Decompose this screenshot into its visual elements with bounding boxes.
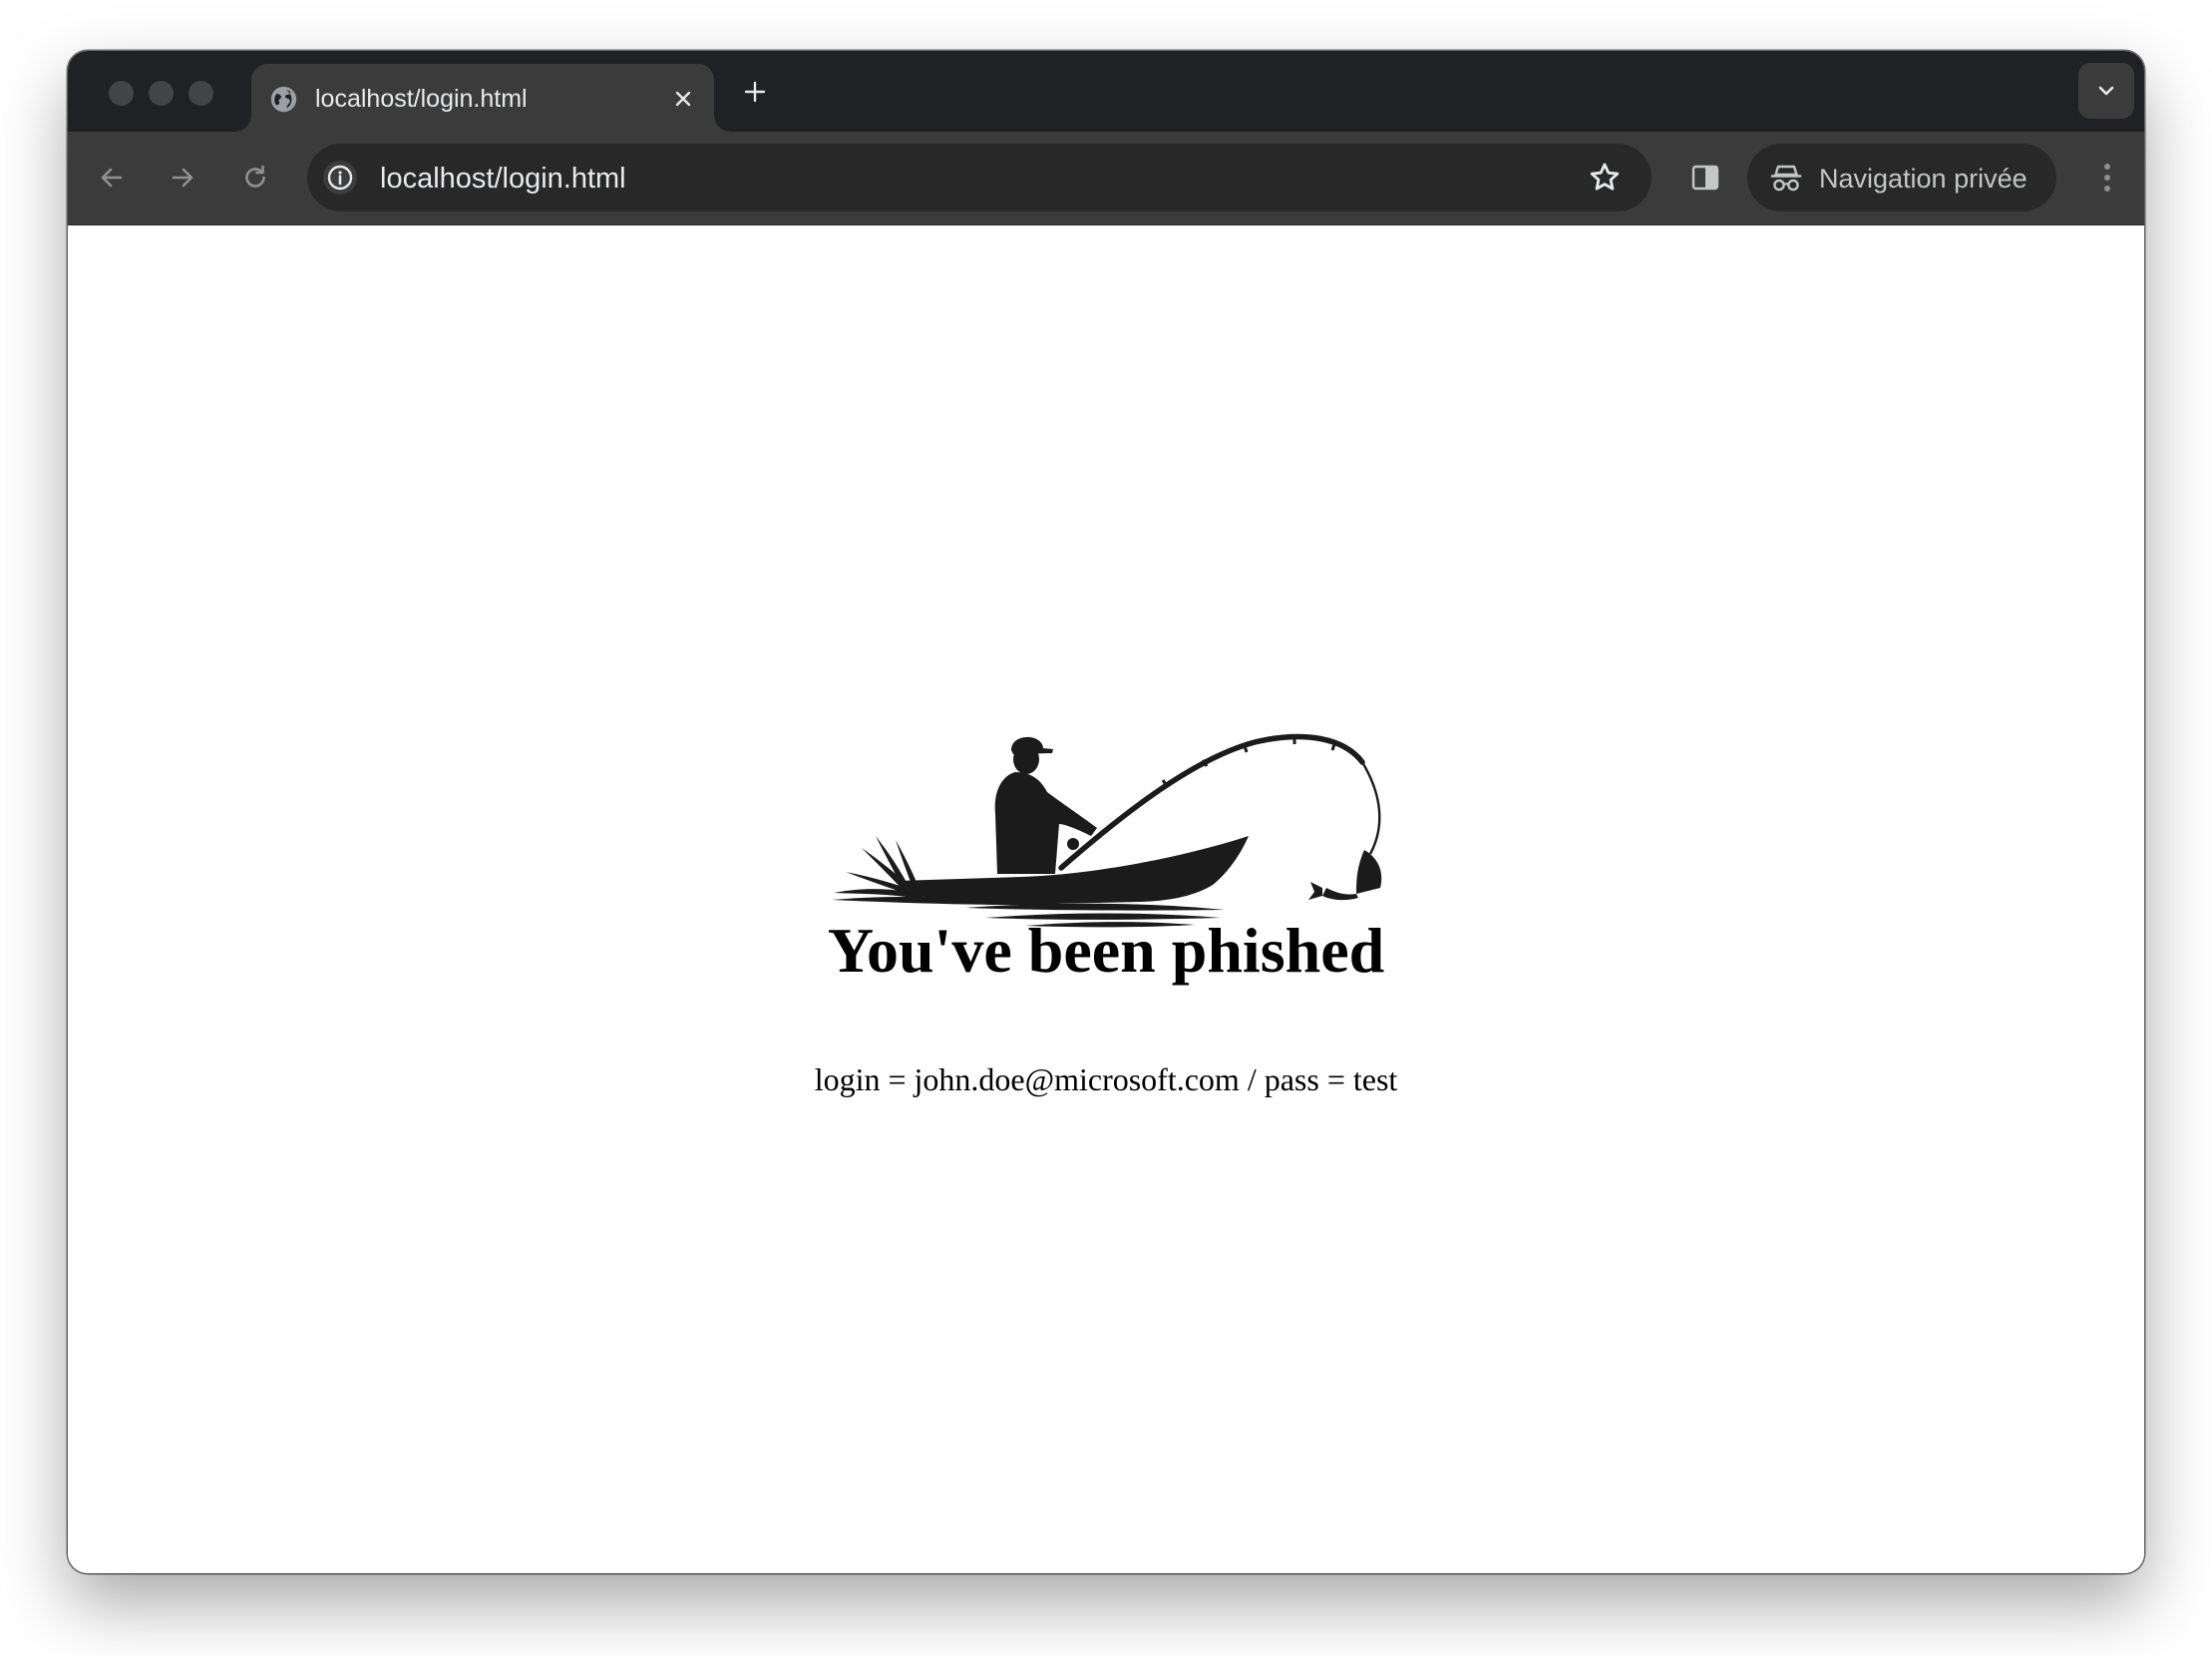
chevron-down-icon [2098, 86, 2114, 96]
kebab-menu-icon [2104, 164, 2110, 192]
tab-title: localhost/login.html [315, 85, 528, 113]
side-panel-button[interactable] [1683, 156, 1727, 200]
close-icon [675, 91, 691, 107]
browser-window: localhost/login.html localhost/login.htm… [68, 51, 2144, 1573]
incognito-icon [1770, 165, 1802, 192]
star-icon[interactable] [1588, 161, 1622, 195]
fisherman-logo [832, 733, 1382, 928]
tab-active[interactable]: localhost/login.html [235, 64, 730, 132]
back-button[interactable] [90, 156, 134, 200]
page-title: You've been phished [827, 915, 1385, 986]
tab-close-button[interactable] [666, 82, 700, 116]
window-zoom-button[interactable] [188, 81, 213, 106]
plus-icon [744, 81, 766, 103]
forward-button[interactable] [161, 156, 204, 200]
window-close-button[interactable] [109, 81, 134, 106]
window-minimize-button[interactable] [149, 81, 174, 106]
tab-search-button[interactable] [2078, 63, 2134, 119]
page-content: You've been phished login = john.doe@mic… [68, 225, 2144, 1573]
side-panel-icon [1691, 165, 1719, 191]
url-text[interactable]: localhost/login.html [380, 162, 626, 196]
info-icon[interactable] [322, 160, 358, 196]
incognito-indicator[interactable]: Navigation privée [1747, 144, 2056, 211]
arrow-left-icon [101, 168, 123, 188]
address-bar[interactable]: localhost/login.html [307, 144, 1652, 211]
reload-button[interactable] [233, 156, 277, 200]
credentials-text: login = john.doe@microsoft.com / pass = … [814, 1061, 1398, 1097]
arrow-right-icon [172, 168, 193, 188]
tab-strip: localhost/login.html [68, 51, 2144, 132]
toolbar: localhost/login.html Navigation privée [68, 132, 2144, 225]
new-tab-button[interactable] [736, 73, 774, 111]
incognito-label: Navigation privée [1819, 164, 2028, 194]
browser-menu-button[interactable] [2092, 156, 2122, 200]
globe-icon [270, 86, 297, 113]
reload-icon [245, 165, 265, 188]
